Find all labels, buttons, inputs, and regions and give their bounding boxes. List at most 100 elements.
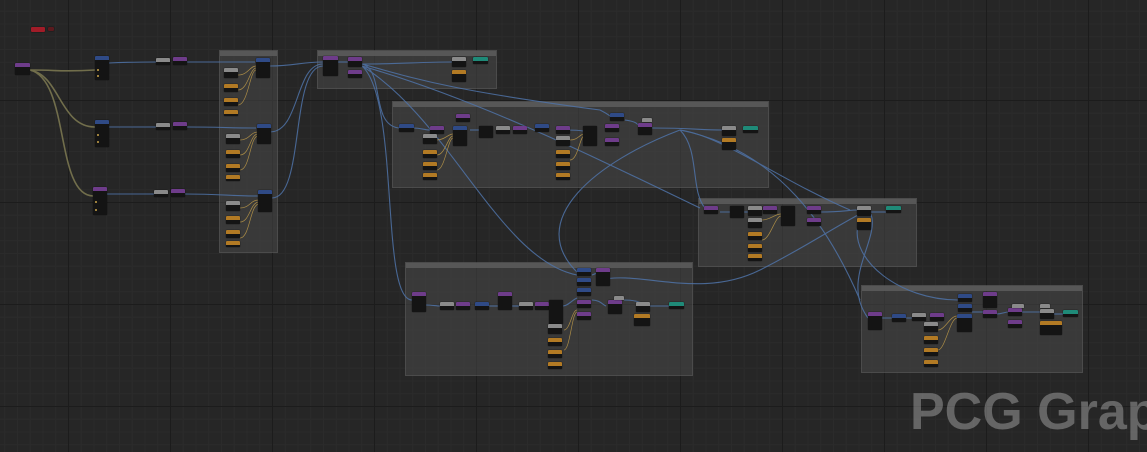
filter-node[interactable] [496, 126, 510, 134]
param-node[interactable] [224, 110, 238, 116]
param-node[interactable] [634, 314, 650, 326]
transform-node[interactable] [1008, 308, 1022, 316]
merge-node[interactable] [323, 56, 338, 76]
spawner-node[interactable] [583, 126, 597, 146]
attribute-node[interactable] [452, 57, 466, 67]
attribute-node[interactable] [722, 126, 736, 136]
param-node[interactable] [857, 218, 871, 230]
param-node[interactable] [548, 350, 562, 358]
transform-node[interactable] [1008, 320, 1022, 328]
attribute-node[interactable] [1040, 309, 1054, 319]
param-node[interactable] [556, 173, 570, 180]
filter-node[interactable] [156, 123, 170, 130]
spawner-node[interactable] [453, 126, 467, 146]
get-data-node[interactable] [577, 268, 591, 276]
filter-node[interactable] [154, 190, 168, 197]
param-node[interactable] [548, 338, 562, 346]
get-data-node[interactable] [610, 113, 624, 121]
transform-node[interactable] [577, 312, 591, 320]
get-data-node[interactable] [475, 302, 489, 310]
param-node[interactable] [224, 98, 238, 106]
filter-node[interactable] [479, 126, 493, 138]
attribute-node[interactable] [226, 201, 240, 211]
get-data-node[interactable] [399, 124, 414, 132]
attribute-node[interactable] [748, 206, 762, 216]
param-node[interactable] [452, 70, 466, 82]
transform-node[interactable] [704, 206, 718, 214]
attribute-node[interactable] [636, 302, 650, 312]
attribute-node[interactable] [924, 322, 938, 332]
filter-node[interactable] [156, 58, 170, 65]
param-node[interactable] [748, 254, 762, 261]
get-data-node[interactable] [95, 120, 109, 147]
transform-node[interactable] [608, 300, 622, 314]
param-node[interactable] [226, 150, 240, 158]
spawner-node[interactable] [256, 58, 270, 78]
filter-node[interactable] [614, 296, 624, 300]
output-node[interactable] [669, 302, 684, 309]
get-data-node[interactable] [577, 278, 591, 286]
param-node[interactable] [423, 173, 437, 180]
param-node[interactable] [556, 162, 570, 170]
output-node[interactable] [1063, 310, 1078, 317]
spawner-node[interactable] [781, 206, 795, 226]
spawner-node[interactable] [257, 124, 271, 144]
output-node[interactable] [886, 206, 901, 213]
comment-box-2[interactable] [317, 50, 497, 89]
get-data-node[interactable] [93, 187, 107, 215]
pcg-graph-canvas[interactable]: PCG Grap [0, 0, 1147, 452]
filter-node[interactable] [519, 302, 533, 310]
get-data-node[interactable] [958, 304, 972, 312]
transform-node[interactable] [498, 292, 512, 310]
param-node[interactable] [924, 348, 938, 356]
filter-node[interactable] [1012, 304, 1024, 308]
filter-node[interactable] [642, 118, 652, 122]
transform-node[interactable] [456, 114, 470, 122]
attribute-node[interactable] [226, 134, 240, 144]
param-node[interactable] [226, 216, 240, 224]
param-node[interactable] [748, 232, 762, 240]
transform-node[interactable] [535, 302, 549, 310]
filter-node[interactable] [440, 302, 454, 310]
transform-node[interactable] [807, 206, 821, 214]
param-node[interactable] [224, 84, 238, 92]
attribute-node[interactable] [556, 136, 570, 146]
transform-node[interactable] [430, 126, 444, 134]
transform-node[interactable] [412, 292, 426, 312]
param-node[interactable] [226, 230, 240, 238]
get-data-node[interactable] [535, 124, 549, 132]
transform-node[interactable] [171, 189, 185, 197]
transform-node[interactable] [556, 126, 570, 134]
attribute-node[interactable] [748, 218, 762, 228]
attribute-node[interactable] [857, 206, 871, 216]
transform-node[interactable] [173, 122, 187, 130]
transform-node[interactable] [983, 310, 997, 318]
filter-node[interactable] [1040, 304, 1050, 308]
transform-node[interactable] [763, 206, 777, 214]
transform-node[interactable] [456, 302, 470, 310]
transform-node[interactable] [348, 70, 362, 78]
param-node[interactable] [226, 175, 240, 181]
filter-node[interactable] [912, 313, 926, 321]
transform-node[interactable] [605, 124, 619, 132]
spawner-node[interactable] [258, 190, 272, 212]
get-data-node[interactable] [95, 56, 109, 80]
spawner-node[interactable] [957, 314, 972, 332]
red-input-node-secondary[interactable] [48, 27, 54, 31]
param-node[interactable] [556, 150, 570, 158]
spawner-node[interactable] [549, 300, 563, 324]
attribute-node[interactable] [548, 324, 562, 334]
transform-node[interactable] [577, 300, 591, 308]
output-node[interactable] [743, 126, 758, 133]
param-node[interactable] [226, 241, 240, 247]
filter-node[interactable] [730, 206, 744, 218]
attribute-node[interactable] [224, 68, 238, 78]
transform-node[interactable] [605, 138, 619, 146]
red-input-node[interactable] [31, 27, 45, 32]
param-node[interactable] [924, 336, 938, 344]
comment-box-3[interactable] [392, 101, 769, 188]
param-node[interactable] [1040, 321, 1062, 335]
param-node[interactable] [548, 362, 562, 369]
attribute-node[interactable] [423, 134, 437, 144]
get-data-node[interactable] [577, 288, 591, 296]
